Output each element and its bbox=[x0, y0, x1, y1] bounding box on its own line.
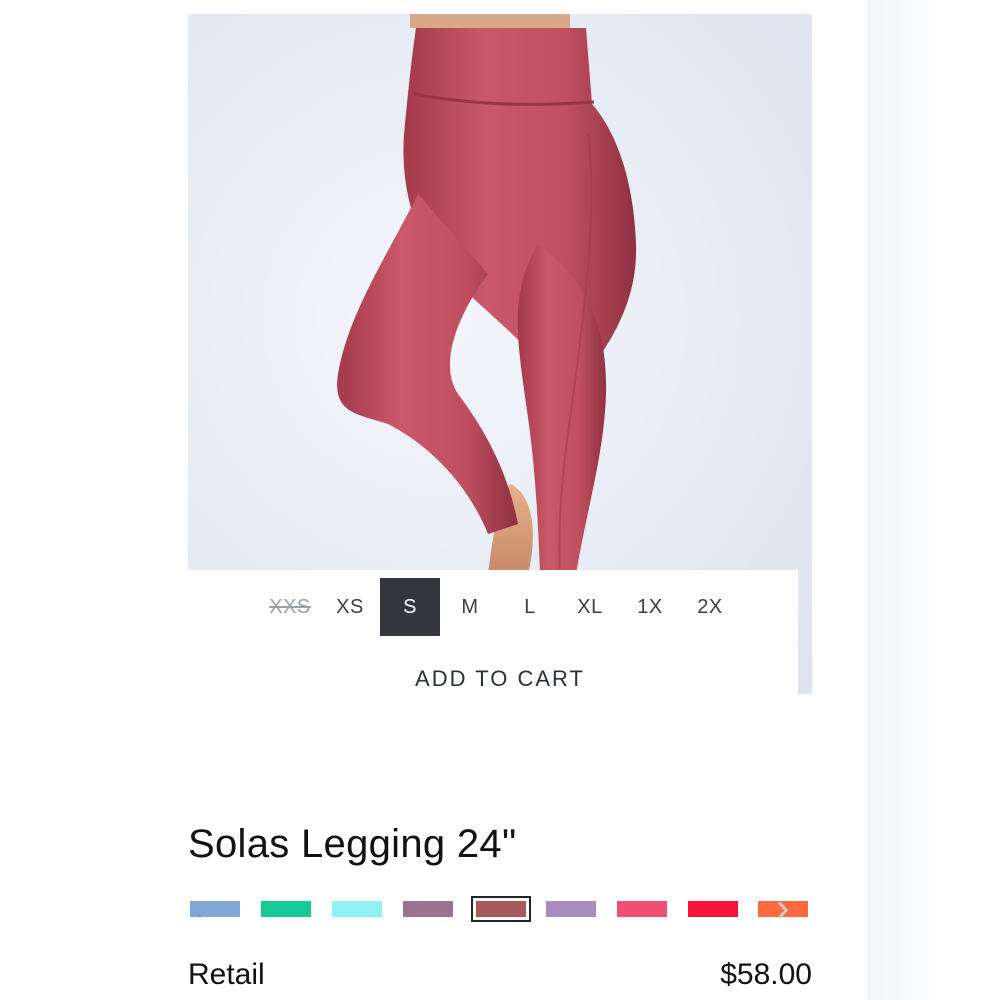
size-option-2x[interactable]: 2X bbox=[680, 578, 740, 636]
size-option-m[interactable]: M bbox=[440, 578, 500, 636]
product-page: XXS XS S M L XL 1X 2X ADD TO CART Solas … bbox=[0, 0, 1000, 1000]
color-swatch[interactable] bbox=[190, 901, 240, 917]
size-option-xl[interactable]: XL bbox=[560, 578, 620, 636]
size-option-1x[interactable]: 1X bbox=[620, 578, 680, 636]
torso-skin bbox=[410, 14, 570, 28]
color-swatch[interactable] bbox=[261, 901, 311, 917]
size-option-s[interactable]: S bbox=[380, 578, 440, 636]
size-selector: XXS XS S M L XL 1X 2X bbox=[260, 578, 740, 636]
price-row: Retail $58.00 bbox=[188, 956, 812, 996]
color-swatch[interactable] bbox=[546, 901, 596, 917]
price-label: Retail bbox=[188, 958, 265, 991]
size-option-l[interactable]: L bbox=[500, 578, 560, 636]
quick-add-panel: XXS XS S M L XL 1X 2X ADD TO CART bbox=[188, 570, 798, 730]
size-option-xxs[interactable]: XXS bbox=[260, 578, 320, 636]
color-swatch-selected[interactable] bbox=[471, 896, 531, 922]
color-swatch[interactable] bbox=[688, 901, 738, 917]
color-swatch[interactable] bbox=[332, 901, 382, 917]
color-swatch-carousel: ‹ › bbox=[188, 884, 812, 934]
size-option-xs[interactable]: XS bbox=[320, 578, 380, 636]
side-panel-background bbox=[870, 0, 1000, 1000]
chevron-right-icon[interactable]: › bbox=[776, 888, 789, 928]
color-swatch[interactable] bbox=[617, 901, 667, 917]
product-title: Solas Legging 24" bbox=[188, 822, 517, 866]
price-value: $58.00 bbox=[720, 958, 812, 991]
add-to-cart-button[interactable]: ADD TO CART bbox=[188, 666, 812, 692]
color-swatch[interactable] bbox=[403, 901, 453, 917]
